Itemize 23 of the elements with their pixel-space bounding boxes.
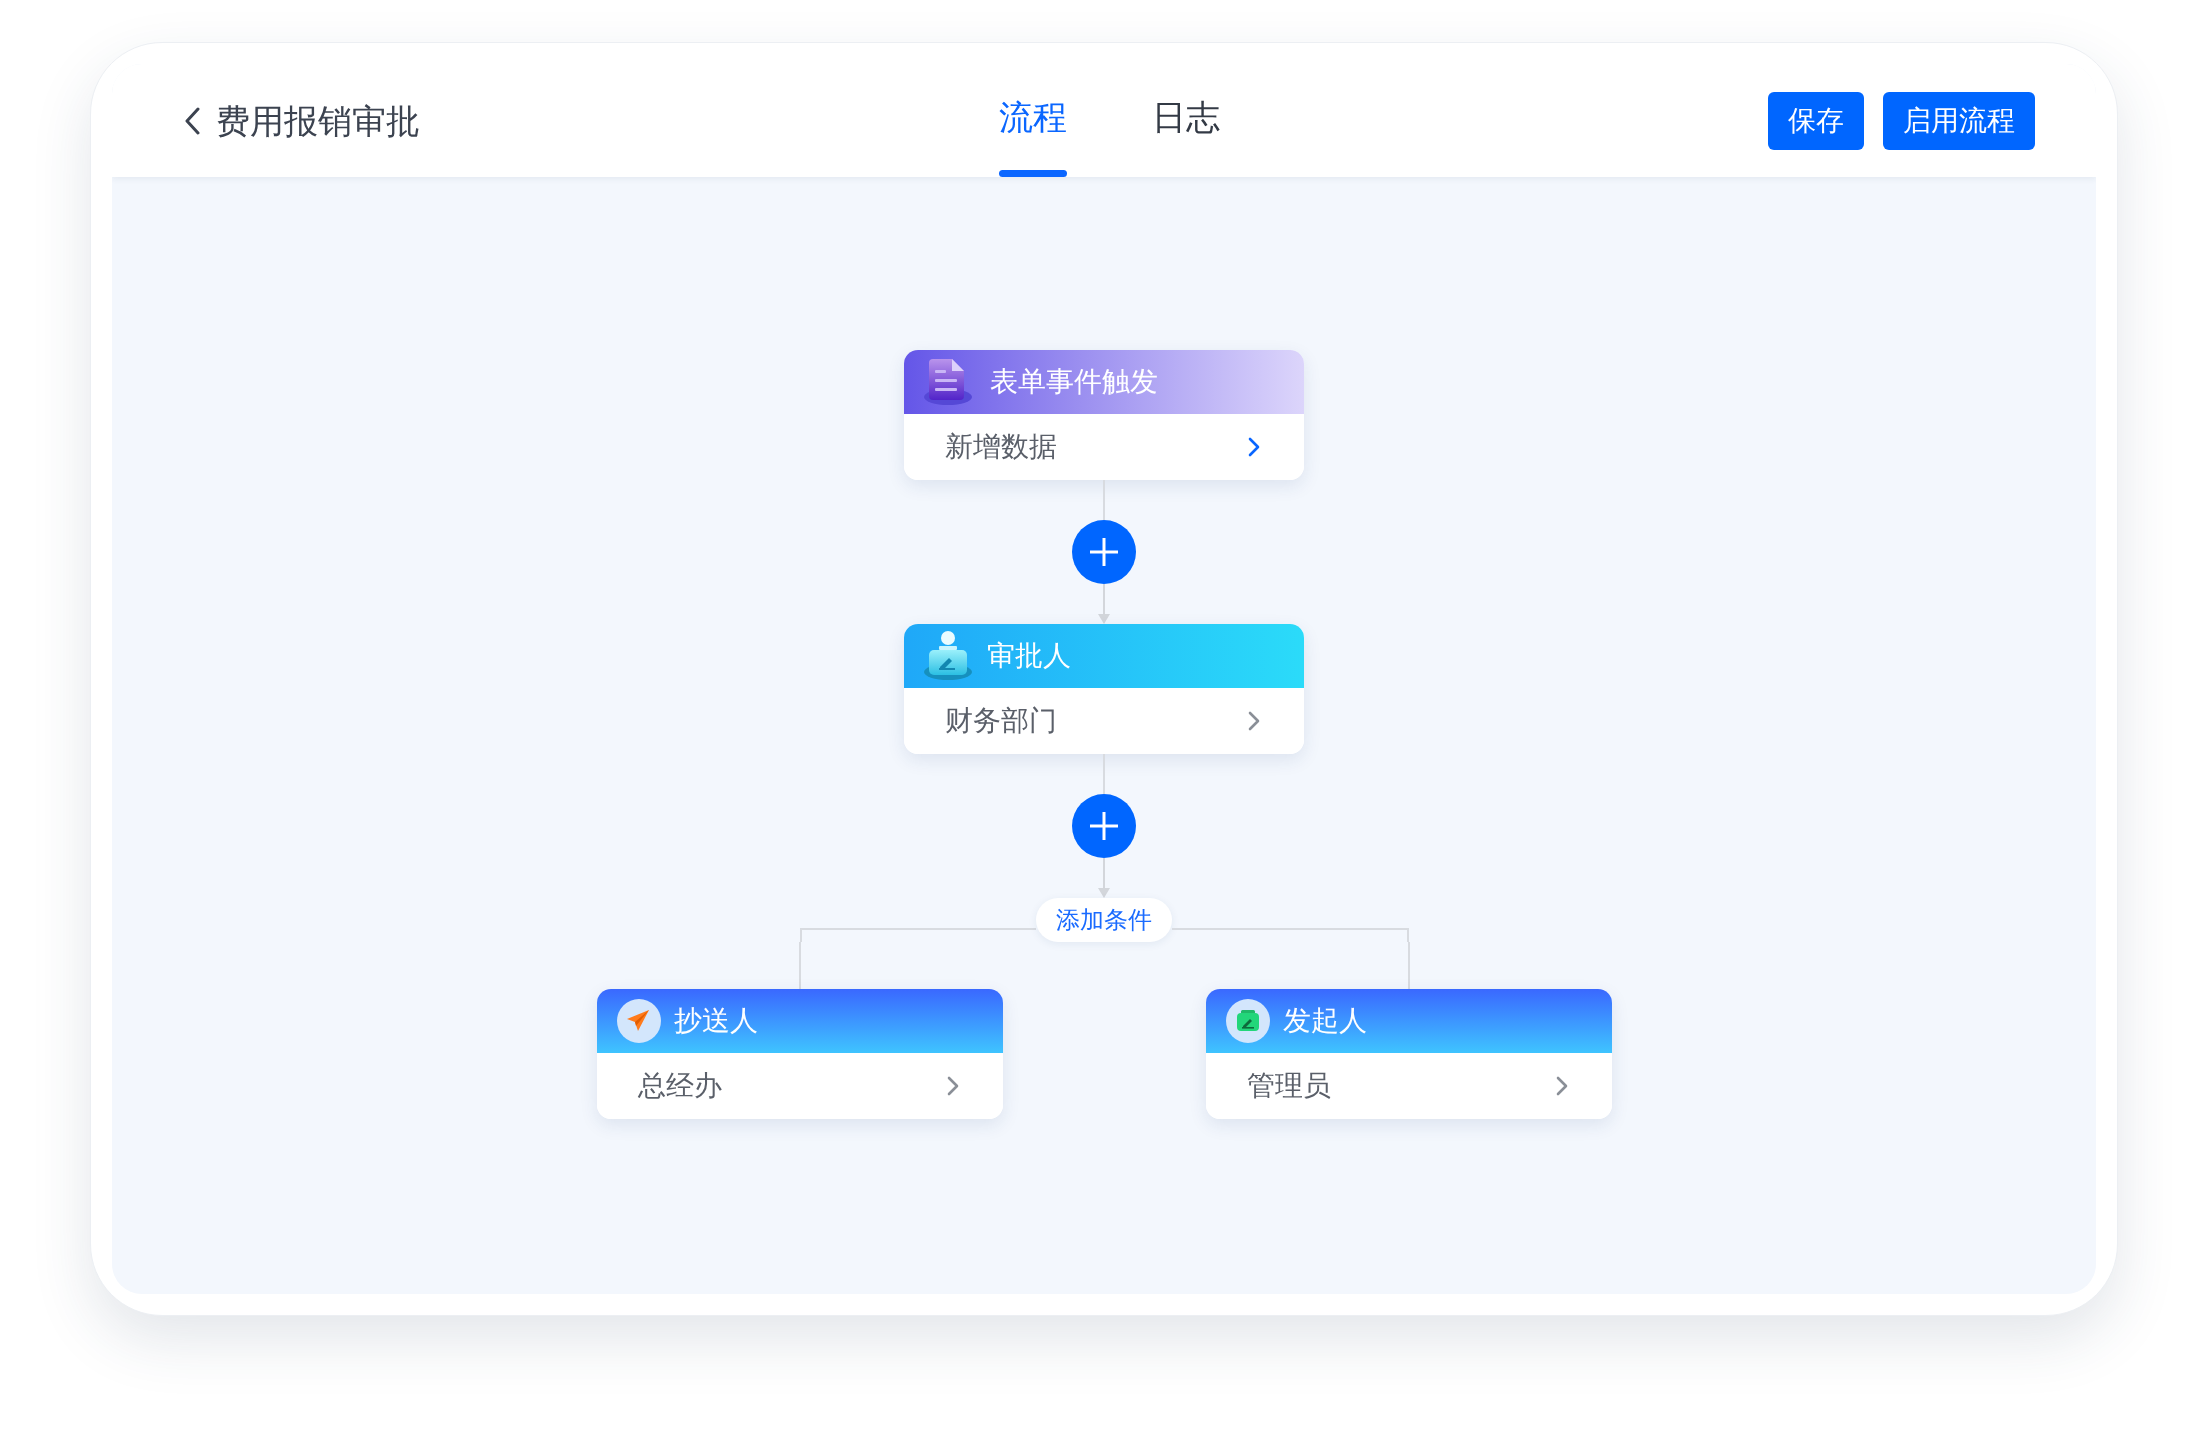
node-setting-row[interactable]: 总经办: [596, 1053, 1003, 1119]
node-setting-row[interactable]: 管理员: [1205, 1053, 1612, 1119]
plus-icon: [1089, 537, 1119, 567]
plus-icon: [1089, 811, 1119, 841]
node-setting-row[interactable]: 财务部门: [904, 688, 1304, 754]
document-icon: [923, 358, 973, 406]
header-button[interactable]: 保存: [1768, 91, 1864, 150]
header-button[interactable]: 启用流程: [1883, 91, 2035, 150]
node-setting-row[interactable]: 新增数据: [904, 414, 1304, 480]
tab[interactable]: 日志: [1131, 64, 1241, 177]
add-condition-button[interactable]: 添加条件: [1036, 898, 1172, 942]
tab[interactable]: 流程: [978, 64, 1088, 177]
page-title: 费用报销审批: [216, 103, 420, 138]
connector-arrow: [1097, 858, 1111, 898]
user-edit-icon: [923, 631, 973, 681]
node-title: 表单事件触发: [990, 368, 1158, 396]
node-title: 抄送人: [673, 1007, 758, 1035]
back-icon[interactable]: [184, 106, 200, 135]
edit-icon: [1225, 999, 1270, 1043]
node-title: 发起人: [1282, 1007, 1367, 1035]
connector-arrow: [1097, 584, 1111, 624]
node-title: 审批人: [987, 642, 1071, 670]
paper-plane-icon: [616, 999, 661, 1043]
